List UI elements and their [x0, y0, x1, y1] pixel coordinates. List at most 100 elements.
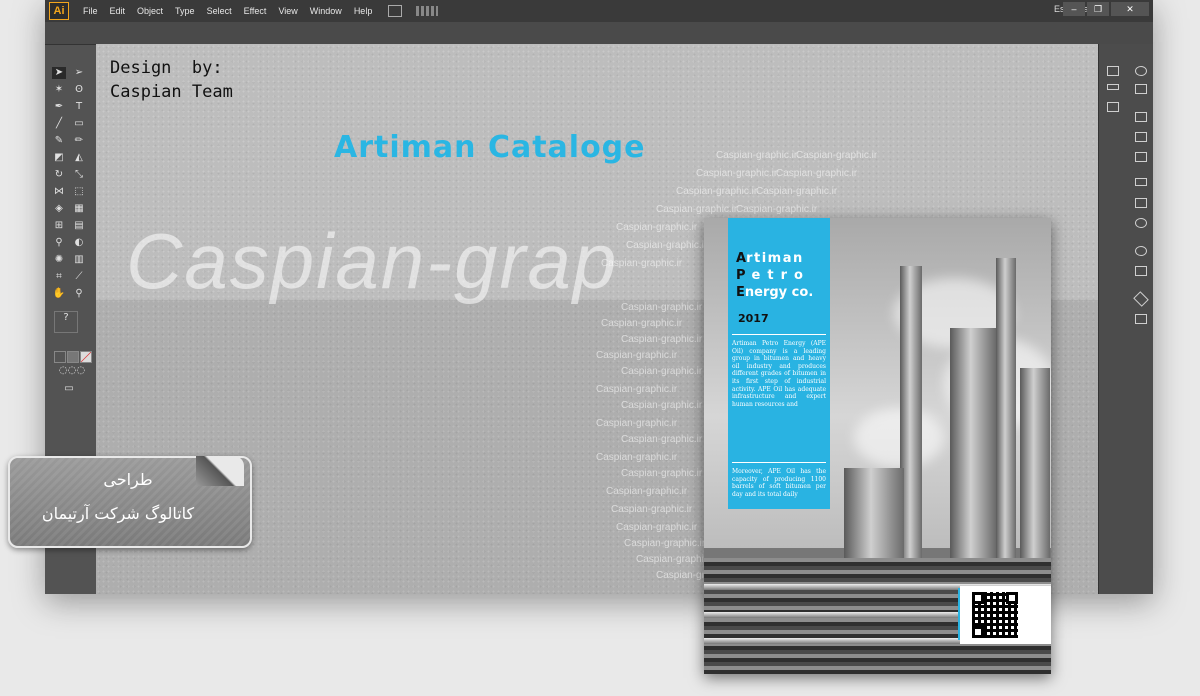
color-mode-icon[interactable]: [54, 351, 66, 363]
color-guide-panel-icon[interactable]: [1135, 84, 1147, 94]
catalog-title: Artiman Cataloge: [334, 130, 646, 165]
initial-letter: E: [736, 285, 745, 300]
wm-line: Caspian-graphic.ir: [676, 186, 758, 197]
cover-info-panel: Artiman Petro Energy co. 2017 Artiman Pe…: [728, 218, 830, 509]
menu-type[interactable]: Type: [169, 6, 201, 16]
wm-line: Caspian-graphic.ir: [601, 258, 683, 269]
pathfinder-panel-icon[interactable]: [1107, 102, 1119, 112]
qr-code: [972, 592, 1018, 638]
artboard-tool-icon[interactable]: ⌗: [52, 271, 66, 283]
screen-mode-icon[interactable]: ▭: [62, 383, 76, 395]
wm-line: Caspian-graphic.ir: [756, 186, 838, 197]
gradient-mode-icon[interactable]: [67, 351, 79, 363]
layers-panel-icon[interactable]: [1133, 291, 1149, 307]
lasso-tool-icon[interactable]: ʘ: [72, 84, 86, 96]
qr-code-box: [960, 586, 1051, 644]
eyedropper-tool-icon[interactable]: ⚲: [52, 237, 66, 249]
menu-edit[interactable]: Edit: [104, 6, 132, 16]
wm-line: Caspian-graphic.ir: [616, 522, 698, 533]
pen-tool-icon[interactable]: ✒: [52, 101, 66, 113]
hand-tool-icon[interactable]: ✋: [52, 288, 66, 300]
brushes-panel-icon[interactable]: [1135, 132, 1147, 142]
eraser-tool-icon[interactable]: ◭: [72, 152, 86, 164]
wm-line: Caspian-graphic.ir: [596, 350, 678, 361]
cover-paragraph-2: Moreover, APE Oil has the capacity of pr…: [732, 468, 826, 498]
wm-line: Caspian-graphic.ir: [776, 168, 858, 179]
tools-panel: ➤ ➢ ✶ ʘ ✒ T ╱ ▭ ✎ ✏ ◩ ◭ ↻ ⤡ ⋈ ⬚ ◈ ▦ ⊞ ▤ …: [48, 55, 94, 395]
width-tool-icon[interactable]: ⋈: [52, 186, 66, 198]
align-panel-icon[interactable]: [1107, 84, 1119, 90]
wm-line: Caspian-graphic.ir: [621, 434, 703, 445]
bridge-icon[interactable]: [388, 5, 403, 17]
qr-finder: [1006, 592, 1018, 604]
wm-line: Caspian-graphic.ir: [621, 468, 703, 479]
watermark-text: Caspian-grap: [126, 217, 619, 305]
wm-line: Caspian-graphic.ir: [596, 384, 678, 395]
graphic-styles-panel-icon[interactable]: [1135, 266, 1147, 276]
blend-tool-icon[interactable]: ◐: [72, 237, 86, 249]
magic-wand-tool-icon[interactable]: ✶: [52, 84, 66, 96]
wm-line: Caspian-graphic.ir: [611, 504, 693, 515]
menu-effect[interactable]: Effect: [238, 6, 273, 16]
pencil-tool-icon[interactable]: ✏: [72, 135, 86, 147]
artboards-panel-icon[interactable]: [1107, 66, 1119, 76]
stroke-panel-icon[interactable]: [1135, 178, 1147, 186]
divider: [732, 462, 826, 463]
initial-letter: A: [736, 251, 747, 266]
cover-year: 2017: [738, 312, 769, 325]
wm-line: Caspian-graphic.ir: [621, 334, 703, 345]
graph-tool-icon[interactable]: ▥: [72, 254, 86, 266]
perspective-grid-tool-icon[interactable]: ▦: [72, 203, 86, 215]
selection-tool-icon[interactable]: ➤: [52, 67, 66, 79]
direct-selection-tool-icon[interactable]: ➢: [72, 67, 86, 79]
slice-tool-icon[interactable]: ⟋: [72, 271, 86, 283]
wm-line: Caspian-graphic.ir: [596, 418, 678, 429]
line-tool-icon[interactable]: ╱: [52, 118, 66, 130]
mesh-tool-icon[interactable]: ⊞: [52, 220, 66, 232]
minimize-button[interactable]: –: [1063, 2, 1085, 16]
gradient-tool-icon[interactable]: ▤: [72, 220, 86, 232]
persian-caption-badge: طراحی کاتالوگ شرکت آرتیمان: [8, 456, 252, 548]
paintbrush-tool-icon[interactable]: ✎: [52, 135, 66, 147]
close-button[interactable]: ✕: [1111, 2, 1149, 16]
menu-help[interactable]: Help: [348, 6, 379, 16]
fill-stroke-swatch-icon[interactable]: ?: [54, 311, 78, 333]
none-mode-icon[interactable]: [80, 351, 92, 363]
swatches-panel-icon[interactable]: [1135, 112, 1147, 122]
links-panel-icon[interactable]: [1135, 314, 1147, 324]
catalog-cover-preview: Artiman Petro Energy co. 2017 Artiman Pe…: [704, 218, 1051, 674]
shape-builder-tool-icon[interactable]: ◈: [52, 203, 66, 215]
menu-file[interactable]: File: [77, 6, 104, 16]
free-transform-tool-icon[interactable]: ⬚: [72, 186, 86, 198]
rotate-tool-icon[interactable]: ↻: [52, 169, 66, 181]
divider: [732, 334, 826, 335]
menu-object[interactable]: Object: [131, 6, 169, 16]
cover-paragraph-1: Artiman Petro Energy (APE Oil) company i…: [732, 340, 826, 408]
wm-line: Caspian-graphic.ir: [596, 452, 678, 463]
wm-line: Caspian-graphic.ir: [696, 168, 778, 179]
menu-view[interactable]: View: [272, 6, 303, 16]
badge-line-1: طراحی: [103, 470, 153, 489]
symbol-sprayer-tool-icon[interactable]: ✺: [52, 254, 66, 266]
appearance-panel-icon[interactable]: [1135, 246, 1147, 256]
transparency-panel-icon[interactable]: [1135, 218, 1147, 228]
cover-distillation-tower: [950, 328, 996, 568]
type-tool-icon[interactable]: T: [72, 101, 86, 113]
heading-word: rtiman: [746, 251, 804, 266]
blob-brush-tool-icon[interactable]: ◩: [52, 152, 66, 164]
draw-modes-icon[interactable]: ◌◌◌: [54, 365, 90, 377]
menu-window[interactable]: Window: [304, 6, 348, 16]
symbols-panel-icon[interactable]: [1135, 152, 1147, 162]
restore-button[interactable]: ❐: [1087, 2, 1109, 16]
rectangle-tool-icon[interactable]: ▭: [72, 118, 86, 130]
wm-line: Caspian-graphic.ir: [656, 204, 738, 215]
menu-select[interactable]: Select: [201, 6, 238, 16]
gradient-panel-icon[interactable]: [1135, 198, 1147, 208]
zoom-tool-icon[interactable]: ⚲: [72, 288, 86, 300]
initial-letter: P: [736, 268, 746, 283]
wm-line: Caspian-graphic.ir: [621, 400, 703, 411]
scale-tool-icon[interactable]: ⤡: [72, 169, 86, 181]
cover-company-name: Artiman Petro Energy co.: [736, 250, 813, 301]
color-panel-icon[interactable]: [1135, 66, 1147, 76]
arrange-documents-icon[interactable]: [416, 6, 439, 16]
